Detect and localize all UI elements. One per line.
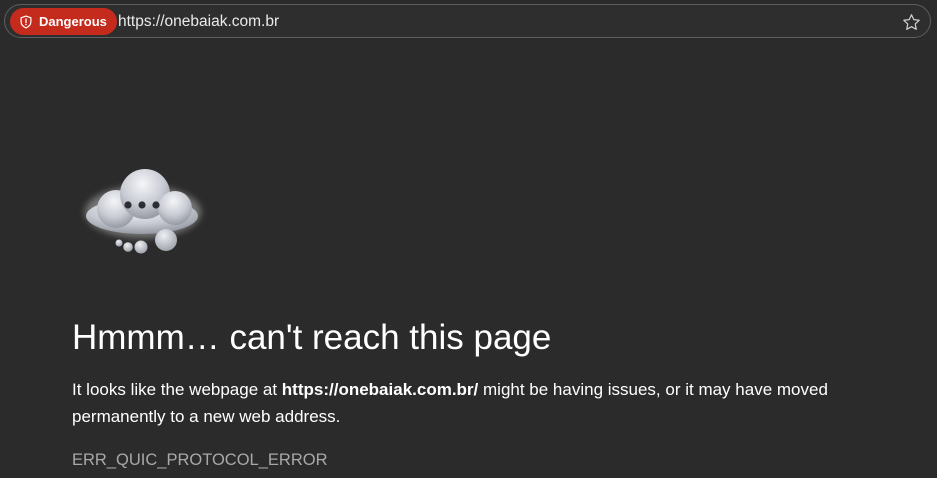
add-favorite-button[interactable] (900, 11, 922, 33)
error-description: It looks like the webpage at https://one… (72, 376, 872, 430)
browser-toolbar: Dangerous https://onebaiak.com.br (0, 0, 937, 44)
security-badge-label: Dangerous (39, 14, 107, 29)
page-title: Hmmm… can't reach this page (72, 318, 552, 357)
shield-icon (20, 14, 32, 29)
url-text[interactable]: https://onebaiak.com.br (118, 13, 279, 31)
error-page: Hmmm… can't reach this page It looks lik… (0, 44, 937, 478)
description-prefix: It looks like the webpage at (72, 380, 282, 399)
security-warning-badge[interactable]: Dangerous (10, 8, 117, 35)
error-code: ERR_QUIC_PROTOCOL_ERROR (72, 451, 328, 469)
thinking-cloud-icon (85, 169, 201, 254)
star-outline-icon (902, 13, 920, 30)
description-url: https://onebaiak.com.br/ (281, 380, 479, 399)
address-bar[interactable]: Dangerous https://onebaiak.com.br (4, 4, 931, 38)
